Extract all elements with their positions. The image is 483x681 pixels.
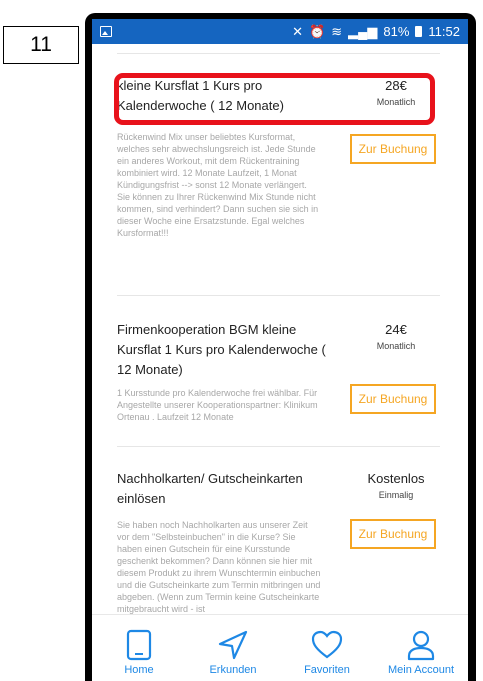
nav-explore-label: Erkunden [209, 664, 257, 676]
book-button[interactable]: Zur Buchung [350, 519, 436, 549]
bottom-navigation: Home Erkunden Favoriten Mein Account [92, 614, 468, 681]
highlight-annotation [114, 73, 435, 125]
user-icon [374, 629, 468, 661]
product-title: Firmenkooperation BGM kleine Kursflat 1 … [117, 322, 326, 377]
nav-home-label: Home [124, 664, 154, 676]
product-description: Sie haben noch Nachholkarten aus unserer… [117, 520, 321, 614]
wifi-icon: ≋ [331, 23, 343, 39]
nav-explore[interactable]: Erkunden [186, 615, 280, 681]
product-period: Monatlich [376, 341, 416, 351]
product-period: Einmalig [378, 490, 414, 500]
product-description: 1 Kursstunde pro Kalenderwoche frei wähl… [117, 388, 318, 422]
status-time: 11:52 [428, 24, 460, 39]
tablet-icon [92, 629, 186, 661]
battery-icon [415, 26, 423, 37]
nav-favorites-label: Favoriten [304, 664, 350, 676]
product-price-block: Kostenlos Einmalig [356, 469, 436, 501]
status-bar: ✕ ⏰ ≋ ▂▄▆ 81% 11:52 [92, 19, 468, 44]
divider [117, 446, 440, 447]
alarm-icon: ⏰ [309, 23, 326, 39]
product-title: Nachholkarten/ Gutscheinkarten einlösen [117, 471, 303, 506]
product-list[interactable]: kleine Kursflat 1 Kurs pro Kalenderwoche… [92, 44, 468, 614]
mute-icon: ✕ [292, 23, 304, 39]
product-price-block: 24€ Monatlich [356, 320, 436, 352]
product-price: Kostenlos [367, 471, 425, 486]
product-price: 24€ [385, 322, 407, 337]
heart-icon [280, 629, 374, 661]
divider [117, 295, 440, 296]
signal-icon: ▂▄▆ [348, 23, 378, 39]
nav-account[interactable]: Mein Account [374, 615, 468, 681]
status-bar-right: ✕ ⏰ ≋ ▂▄▆ 81% 11:52 [292, 24, 460, 40]
navigation-arrow-icon [186, 629, 280, 661]
divider [117, 53, 440, 54]
gallery-notification-icon [100, 26, 112, 37]
product-description: Rückenwind Mix unser beliebtes Kursforma… [117, 132, 319, 238]
book-button[interactable]: Zur Buchung [350, 134, 436, 164]
battery-percent: 81% [383, 24, 410, 39]
nav-home[interactable]: Home [92, 615, 186, 681]
nav-favorites[interactable]: Favoriten [280, 615, 374, 681]
nav-account-label: Mein Account [387, 664, 455, 676]
book-button[interactable]: Zur Buchung [350, 384, 436, 414]
step-number-label: 11 [3, 26, 79, 64]
